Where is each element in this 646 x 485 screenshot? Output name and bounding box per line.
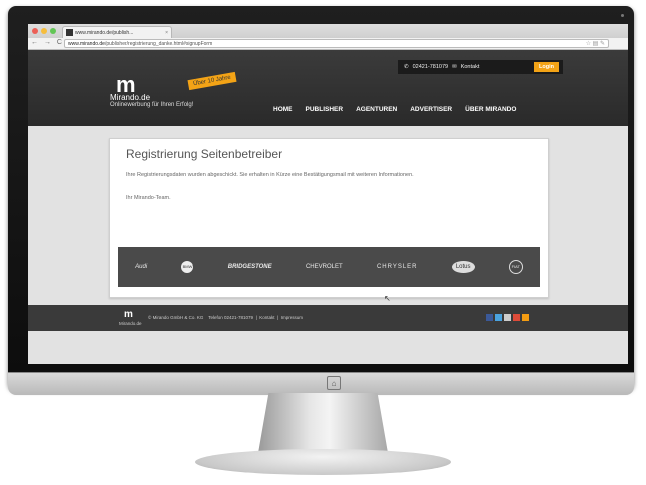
phone-icon: ✆	[404, 64, 409, 70]
monitor-stand	[258, 393, 388, 453]
main-menu: HOME PUBLISHER AGENTUREN ADVERTISER ÜBER…	[273, 106, 516, 113]
login-button[interactable]: Login	[534, 62, 559, 72]
twitter-icon[interactable]	[495, 314, 502, 321]
brand-logos: Audi BMW BRIDGESTONE CHEVROLET CHRYSLER …	[118, 247, 540, 287]
confirmation-message: Ihre Registrierungsdaten wurden abgeschi…	[126, 172, 414, 178]
content-card: Registrierung Seitenbetreiber Ihre Regis…	[109, 138, 549, 298]
website: m Mirando.de Onlinewerbung für Ihren Erf…	[28, 50, 628, 364]
menu-item-ueber[interactable]: ÜBER MIRANDO	[465, 106, 516, 113]
footer-phone: Telefon 02421-781079	[208, 315, 254, 320]
menu-item-advertiser[interactable]: ADVERTISER	[410, 106, 452, 113]
facebook-icon[interactable]	[486, 314, 493, 321]
tab-close-icon[interactable]: ×	[165, 30, 168, 36]
top-bar: ✆ 02421-781079 ✉ Kontakt Login	[398, 60, 563, 74]
footer-sep: |	[277, 315, 279, 320]
xing-icon[interactable]	[504, 314, 511, 321]
page-title: Registrierung Seitenbetreiber	[126, 147, 283, 161]
browser-toolbar: ← → C www.mirando.de/publisher/registrie…	[28, 38, 628, 50]
rss-icon[interactable]	[522, 314, 529, 321]
brand-chevrolet: CHEVROLET	[305, 264, 343, 270]
favicon-icon	[66, 29, 73, 36]
site-footer: m Mirando.de © Mirando GmbH & Co. KG Tel…	[28, 305, 628, 331]
url-path: /publisher/registrierung_danke.html#sign…	[104, 41, 213, 47]
footer-logo-mark[interactable]: m	[124, 309, 133, 320]
anniversary-ribbon: Über 10 Jahre	[187, 71, 237, 91]
monitor-logo-icon: ⌂	[327, 376, 341, 390]
minimize-window-button[interactable]	[41, 28, 47, 34]
browser-tabbar: www.mirando.de/publish... ×	[28, 24, 628, 38]
tab-title: www.mirando.de/publish...	[75, 29, 134, 36]
brand-tagline: Onlinewerbung für Ihren Erfolg!	[110, 102, 194, 108]
screen: www.mirando.de/publish... × ← → C www.mi…	[28, 24, 628, 364]
brand-bridgestone: BRIDGESTONE	[227, 264, 272, 270]
window-controls	[32, 28, 56, 34]
close-window-button[interactable]	[32, 28, 38, 34]
footer-company: © Mirando GmbH & Co. KG	[148, 315, 204, 320]
brand-fiat: FIAT	[508, 260, 523, 274]
nav-buttons[interactable]: ← → C	[31, 39, 64, 46]
menu-item-agenturen[interactable]: AGENTUREN	[356, 106, 397, 113]
menu-item-publisher[interactable]: PUBLISHER	[306, 106, 344, 113]
brand-lotus: Lotus	[451, 261, 475, 273]
monitor-base	[195, 449, 451, 475]
toolbar-icons[interactable]: ☆ ▤ ✎	[586, 40, 605, 49]
footer-logo-text: Mirando.de	[119, 321, 142, 326]
brand-chrysler: CHRYSLER	[376, 264, 418, 270]
social-icons	[486, 314, 529, 321]
zoom-window-button[interactable]	[50, 28, 56, 34]
signoff: Ihr Mirando-Team.	[126, 195, 171, 201]
footer-sep: |	[255, 315, 257, 320]
brand-audi: Audi	[135, 264, 148, 270]
contact-link[interactable]: Kontakt	[461, 64, 480, 70]
power-indicator	[621, 14, 624, 17]
footer-contact-link[interactable]: Kontakt	[259, 315, 274, 320]
site-header: m Mirando.de Onlinewerbung für Ihren Erf…	[28, 50, 628, 126]
menu-item-home[interactable]: HOME	[273, 106, 293, 113]
phone-number: 02421-781079	[412, 64, 449, 70]
browser-tab[interactable]: www.mirando.de/publish... ×	[62, 26, 172, 38]
address-bar[interactable]: www.mirando.de/publisher/registrierung_d…	[64, 39, 609, 48]
footer-text: © Mirando GmbH & Co. KG Telefon 02421-78…	[148, 315, 303, 320]
footer-imprint-link[interactable]: Impressum	[281, 315, 303, 320]
mail-icon: ✉	[452, 64, 457, 70]
mouse-cursor-icon: ↖	[384, 294, 391, 303]
google-plus-icon[interactable]	[513, 314, 520, 321]
url-host: www.mirando.de	[68, 41, 105, 47]
brand-name[interactable]: Mirando.de	[110, 93, 150, 102]
brand-bmw: BMW	[181, 261, 194, 273]
monitor-chin	[8, 372, 634, 395]
